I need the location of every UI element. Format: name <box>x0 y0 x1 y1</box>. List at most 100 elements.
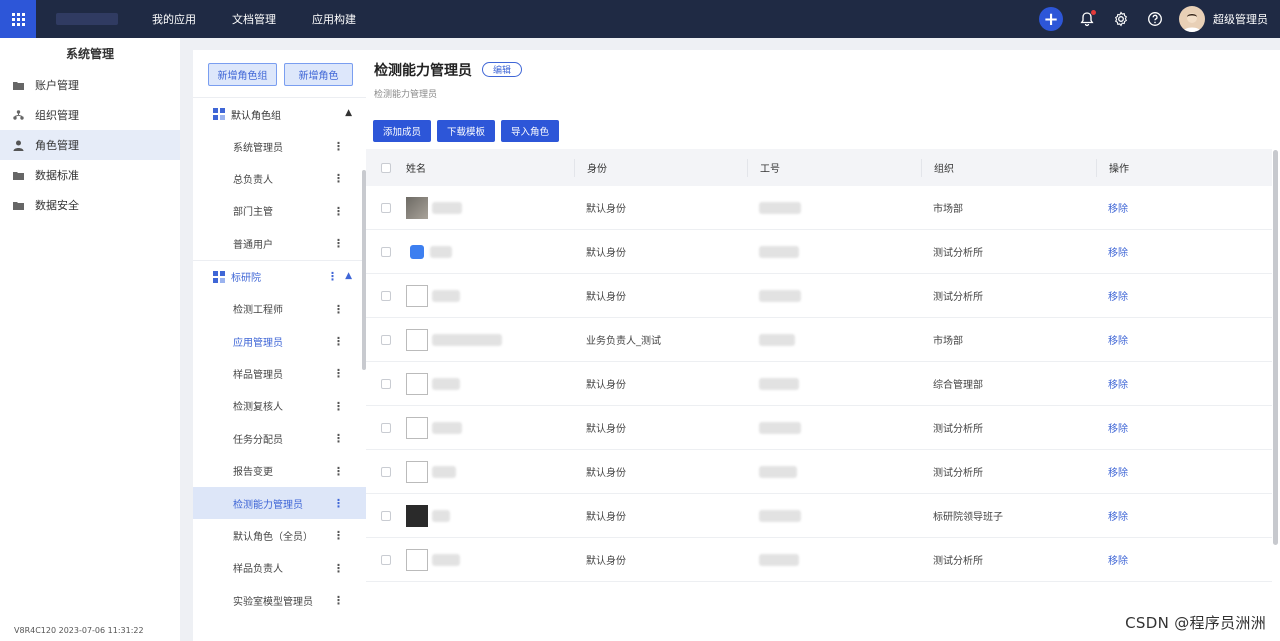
table-scrollbar[interactable] <box>1273 150 1278 545</box>
row-checkbox[interactable] <box>381 554 391 565</box>
kebab-icon[interactable]: ⋮ <box>333 172 344 185</box>
role-group-biaoyanyuan[interactable]: 标研院 ⋮ ▲ <box>193 259 366 293</box>
import-role-button[interactable]: 导入角色 <box>501 120 560 142</box>
bell-icon[interactable] <box>1075 7 1099 31</box>
role-item[interactable]: 普通用户 ⋮ <box>193 227 366 259</box>
remove-link[interactable]: 移除 <box>1096 288 1272 303</box>
remove-link[interactable]: 移除 <box>1096 508 1272 523</box>
plus-icon[interactable]: + <box>1039 7 1063 31</box>
role-item[interactable]: 报告变更 ⋮ <box>193 455 366 487</box>
sidebar-item-account[interactable]: 账户管理 <box>0 70 180 100</box>
avatar[interactable] <box>1179 6 1205 32</box>
kebab-icon[interactable]: ⋮ <box>333 497 344 510</box>
sidebar-item-data-security[interactable]: 数据安全 <box>0 190 180 220</box>
role-item[interactable]: 实验室模型管理员 ⋮ <box>193 584 366 616</box>
remove-link[interactable]: 移除 <box>1096 376 1272 391</box>
row-checkbox[interactable] <box>381 510 391 521</box>
user-name[interactable]: 超级管理员 <box>1213 11 1268 27</box>
sidebar-item-org[interactable]: 组织管理 <box>0 100 180 130</box>
row-checkbox[interactable] <box>381 466 391 477</box>
folder-icon <box>12 79 24 91</box>
role-label: 普通用户 <box>233 239 273 251</box>
apps-grid-icon[interactable] <box>0 0 36 38</box>
gear-icon[interactable] <box>1109 7 1133 31</box>
remove-link[interactable]: 移除 <box>1096 244 1272 259</box>
kebab-icon[interactable]: ⋮ <box>333 465 344 478</box>
kebab-icon[interactable]: ⋮ <box>333 562 344 575</box>
nav-doc-management[interactable]: 文档管理 <box>232 11 276 27</box>
role-item[interactable]: 部门主管 ⋮ <box>193 195 366 227</box>
role-label: 默认角色（全员） <box>233 531 313 543</box>
role-item[interactable]: 应用管理员 ⋮ <box>193 325 366 357</box>
row-checkbox[interactable] <box>381 290 391 301</box>
sidebar-item-label: 组织管理 <box>35 109 79 122</box>
kebab-icon[interactable]: ⋮ <box>333 400 344 413</box>
role-label: 样品管理员 <box>233 370 283 382</box>
role-item[interactable]: 样品负责人 ⋮ <box>193 552 366 584</box>
download-template-button[interactable]: 下载模板 <box>437 120 496 142</box>
sidebar-item-label: 数据安全 <box>35 199 79 212</box>
id-redacted <box>759 201 801 214</box>
avatar <box>406 460 428 483</box>
kebab-icon[interactable]: ⋮ <box>333 529 344 542</box>
help-icon[interactable] <box>1143 7 1167 31</box>
row-checkbox[interactable] <box>381 334 391 345</box>
sidebar-item-label: 数据标准 <box>35 169 79 182</box>
top-bar: 我的应用 文档管理 应用构建 + 超级管理员 <box>0 0 1280 38</box>
role-item[interactable]: 任务分配员 ⋮ <box>193 422 366 454</box>
avatar <box>406 504 428 527</box>
add-role-group-button[interactable]: 新增角色组 <box>208 63 277 86</box>
top-nav: 我的应用 文档管理 应用构建 <box>152 11 392 27</box>
kebab-icon[interactable]: ⋮ <box>333 432 344 445</box>
role-item[interactable]: 检测工程师 ⋮ <box>193 293 366 325</box>
role-item[interactable]: 样品管理员 ⋮ <box>193 357 366 389</box>
kebab-icon[interactable]: ⋮ <box>333 237 344 250</box>
role-label: 任务分配员 <box>233 434 283 446</box>
row-identity: 默认身份 <box>586 380 626 391</box>
kebab-icon[interactable]: ⋮ <box>333 335 344 348</box>
kebab-icon[interactable]: ⋮ <box>327 270 338 283</box>
remove-link[interactable]: 移除 <box>1096 552 1272 567</box>
remove-link[interactable]: 移除 <box>1096 420 1272 435</box>
nav-app-build[interactable]: 应用构建 <box>312 11 356 27</box>
user-icon <box>12 139 24 151</box>
role-label: 部门主管 <box>233 207 273 219</box>
version-text: V8R4C120 2023-07-06 11:31:22 <box>14 626 144 635</box>
kebab-icon[interactable]: ⋮ <box>333 205 344 218</box>
role-item-selected[interactable]: 检测能力管理员 ⋮ <box>193 486 366 520</box>
sidebar-item-role[interactable]: 角色管理 <box>0 130 180 160</box>
kebab-icon[interactable]: ⋮ <box>333 594 344 607</box>
table-row: 默认身份 测试分析所 移除 <box>366 406 1272 450</box>
row-checkbox[interactable] <box>381 422 391 433</box>
select-all-checkbox[interactable] <box>381 162 391 173</box>
kebab-icon[interactable]: ⋮ <box>333 140 344 153</box>
nav-my-apps[interactable]: 我的应用 <box>152 11 196 27</box>
row-org: 测试分析所 <box>933 292 983 303</box>
role-group-default[interactable]: 默认角色组 ▲ <box>193 97 366 130</box>
group-icon <box>213 270 225 283</box>
remove-link[interactable]: 移除 <box>1096 200 1272 215</box>
row-identity: 默认身份 <box>586 556 626 567</box>
role-label: 报告变更 <box>233 467 273 479</box>
row-checkbox[interactable] <box>381 378 391 389</box>
edit-button[interactable]: 编辑 <box>482 62 522 77</box>
chevron-up-icon[interactable]: ▲ <box>345 108 352 118</box>
row-checkbox[interactable] <box>381 202 391 213</box>
row-identity: 默认身份 <box>586 424 626 435</box>
chevron-up-icon[interactable]: ▲ <box>345 271 352 281</box>
sidebar-title: 系统管理 <box>65 47 114 61</box>
role-item[interactable]: 检测复核人 ⋮ <box>193 390 366 422</box>
sidebar-item-data-standard[interactable]: 数据标准 <box>0 160 180 190</box>
sidebar-item-label: 角色管理 <box>35 139 79 152</box>
remove-link[interactable]: 移除 <box>1096 464 1272 479</box>
kebab-icon[interactable]: ⋮ <box>333 303 344 316</box>
role-item[interactable]: 总负责人 ⋮ <box>193 162 366 194</box>
role-item[interactable]: 默认角色（全员） ⋮ <box>193 519 366 551</box>
remove-link[interactable]: 移除 <box>1096 332 1272 347</box>
add-role-button[interactable]: 新增角色 <box>284 63 353 86</box>
kebab-icon[interactable]: ⋮ <box>333 367 344 380</box>
add-member-button[interactable]: 添加成员 <box>373 120 432 142</box>
row-checkbox[interactable] <box>381 246 391 257</box>
id-redacted <box>759 377 799 390</box>
role-item[interactable]: 系统管理员 ⋮ <box>193 130 366 162</box>
